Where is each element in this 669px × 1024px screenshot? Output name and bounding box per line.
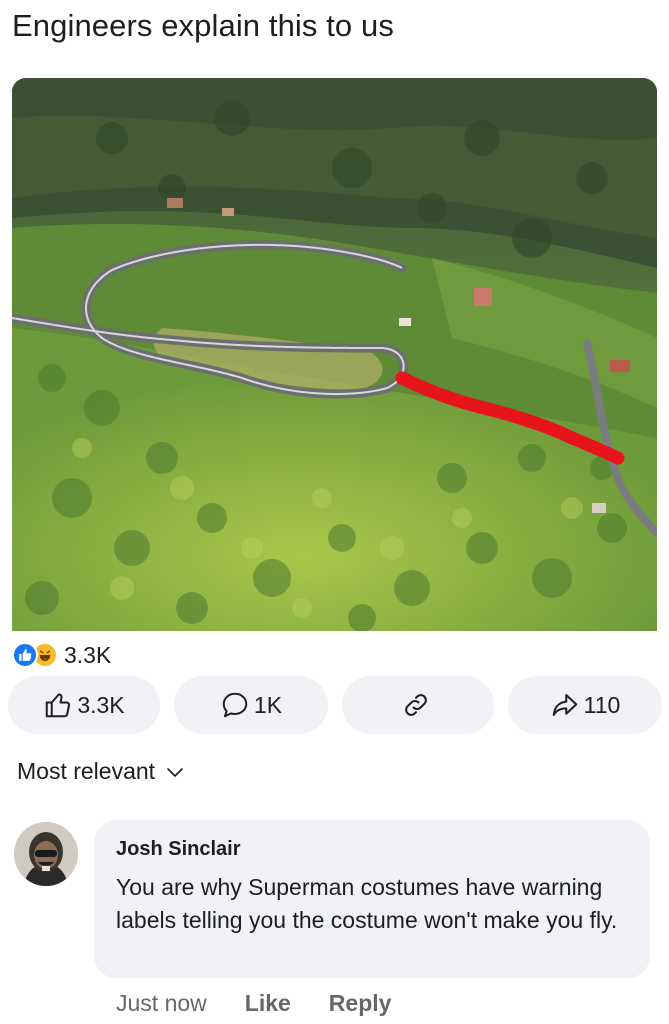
comment-meta: Just now Like Reply (116, 990, 391, 1017)
share-count: 110 (583, 691, 621, 718)
like-count: 3.3K (77, 691, 125, 718)
comment-icon (222, 692, 248, 718)
share-icon (552, 694, 577, 716)
comment-reply-button[interactable]: Reply (329, 990, 392, 1017)
link-icon (405, 694, 427, 716)
comment-text: You are why Superman costumes have warni… (116, 874, 618, 933)
like-button[interactable]: 3.3K (8, 676, 160, 734)
reaction-count: 3.3K (64, 641, 112, 668)
thumbs-up-icon (46, 693, 71, 718)
comment-sort-dropdown[interactable]: Most relevant (17, 758, 185, 785)
share-button[interactable]: 110 (508, 676, 662, 734)
comment-author[interactable]: Josh Sinclair (116, 838, 628, 861)
copy-link-button[interactable] (342, 676, 494, 734)
avatar-image (14, 822, 78, 886)
commenter-avatar[interactable] (14, 822, 78, 886)
chevron-down-icon (167, 767, 183, 777)
aerial-road-photo (12, 78, 657, 631)
like-reaction-icon (12, 642, 38, 668)
post-title: Engineers explain this to us (12, 8, 394, 43)
post-image[interactable] (12, 78, 657, 631)
sort-label: Most relevant (17, 758, 156, 784)
comment-count: 1K (253, 691, 283, 718)
comment-like-button[interactable]: Like (245, 990, 291, 1017)
comment-timestamp: Just now (116, 990, 207, 1016)
comment-button[interactable]: 1K (174, 676, 328, 734)
comment-bubble: Josh Sinclair You are why Superman costu… (94, 820, 650, 978)
reactions-summary[interactable]: 3.3K (12, 640, 111, 670)
post-actions: 3.3K 1K 110 (8, 676, 662, 734)
